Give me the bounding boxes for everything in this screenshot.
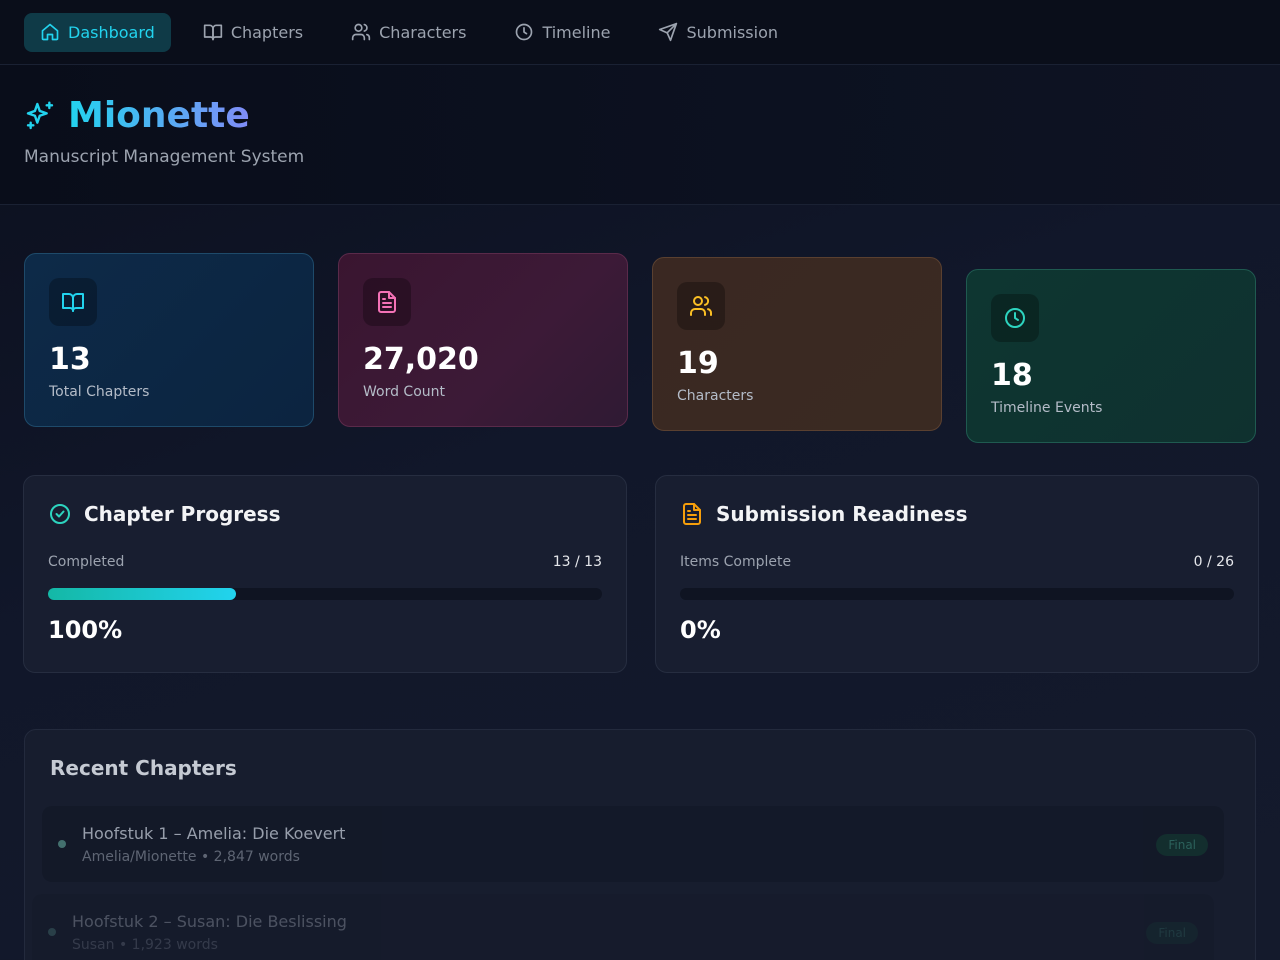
chapter-title: Hoofstuk 2 – Susan: Die Beslissing — [72, 912, 347, 931]
stat-icon-wrap — [677, 282, 725, 330]
nav-chapters-label: Chapters — [230, 22, 304, 42]
chapter-progress-panel: Chapter Progress Completed 13 / 13 100% — [23, 475, 627, 673]
nav-dashboard[interactable]: Dashboard — [24, 12, 171, 52]
stat-card-timeline: 18 Timeline Events — [966, 269, 1256, 443]
nav-chapters[interactable]: Chapters — [187, 13, 319, 52]
panel-title: Submission Readiness — [716, 502, 968, 526]
clock-icon — [516, 23, 533, 41]
progress-track — [680, 588, 1234, 600]
nav-submission-label: Submission — [686, 22, 779, 42]
chapter-title: Hoofstuk 1 – Amelia: Die Koevert — [82, 824, 346, 843]
stat-value: 27,020 — [363, 342, 479, 377]
status-badge: Final — [1156, 834, 1208, 856]
stat-value: 18 — [991, 358, 1033, 393]
stat-icon-wrap — [363, 278, 411, 326]
send-icon — [659, 22, 678, 42]
chapter-row[interactable]: Hoofstuk 1 – Amelia: Die Koevert Amelia/… — [42, 806, 1224, 882]
stat-icon-wrap — [49, 278, 97, 326]
book-open-icon — [203, 24, 222, 41]
panel-title: Chapter Progress — [84, 502, 281, 526]
users-icon — [351, 23, 371, 41]
file-text-icon — [683, 503, 701, 525]
section-title: Recent Chapters — [50, 756, 237, 780]
nav-characters[interactable]: Characters — [335, 13, 482, 52]
status-badge: Final — [1146, 922, 1198, 944]
stat-label: Characters — [677, 388, 754, 404]
panel-header: Chapter Progress — [48, 502, 281, 526]
check-circle-icon — [50, 504, 70, 524]
home-icon — [41, 23, 59, 41]
stat-value: 19 — [677, 346, 719, 381]
nav-characters-label: Characters — [379, 22, 467, 42]
stat-icon-wrap — [991, 294, 1039, 342]
progress-label: Completed — [48, 554, 125, 570]
nav-timeline-label: Timeline — [542, 22, 611, 42]
chapter-meta: Susan • 1,923 words — [72, 937, 218, 953]
submission-readiness-panel: Submission Readiness Items Complete 0 / … — [655, 475, 1259, 673]
progress-track — [48, 588, 602, 600]
status-dot — [48, 928, 56, 936]
app-subtitle: Manuscript Management System — [24, 147, 305, 167]
progress-percent: 100% — [48, 616, 123, 644]
top-nav: Dashboard Chapters Characters Timeline S… — [0, 0, 1280, 65]
progress-fill — [48, 588, 237, 600]
app-title: Mionette — [68, 95, 250, 136]
panel-header: Submission Readiness — [680, 502, 968, 526]
file-text-icon — [378, 291, 396, 313]
status-dot — [58, 840, 66, 848]
clock-icon — [1005, 308, 1025, 328]
brand: Mionette — [24, 95, 250, 137]
progress-label: Items Complete — [680, 554, 792, 570]
recent-chapters-panel: Recent Chapters Hoofstuk 1 – Amelia: Die… — [24, 729, 1256, 960]
stat-value: 13 — [49, 342, 91, 377]
chapter-row[interactable]: Hoofstuk 2 – Susan: Die Beslissing Susan… — [32, 894, 1214, 960]
progress-count: 13 / 13 — [552, 554, 602, 570]
sparkles-icon — [26, 101, 54, 130]
page-header: Mionette Manuscript Management System — [0, 65, 1280, 205]
nav-dashboard-label: Dashboard — [68, 22, 155, 42]
stat-card-chapters: 13 Total Chapters — [24, 253, 314, 427]
progress-count: 0 / 26 — [1193, 554, 1234, 570]
stat-label: Word Count — [363, 384, 446, 400]
stat-card-characters: 19 Characters — [652, 257, 942, 431]
stat-card-word-count: 27,020 Word Count — [338, 253, 628, 427]
book-open-icon — [62, 293, 84, 312]
progress-percent: 0% — [680, 616, 721, 644]
users-icon — [690, 296, 713, 316]
nav-submission[interactable]: Submission — [642, 13, 794, 52]
nav-timeline[interactable]: Timeline — [498, 13, 626, 52]
stat-label: Total Chapters — [49, 384, 150, 400]
stat-label: Timeline Events — [991, 400, 1103, 416]
chapter-meta: Amelia/Mionette • 2,847 words — [82, 849, 300, 865]
